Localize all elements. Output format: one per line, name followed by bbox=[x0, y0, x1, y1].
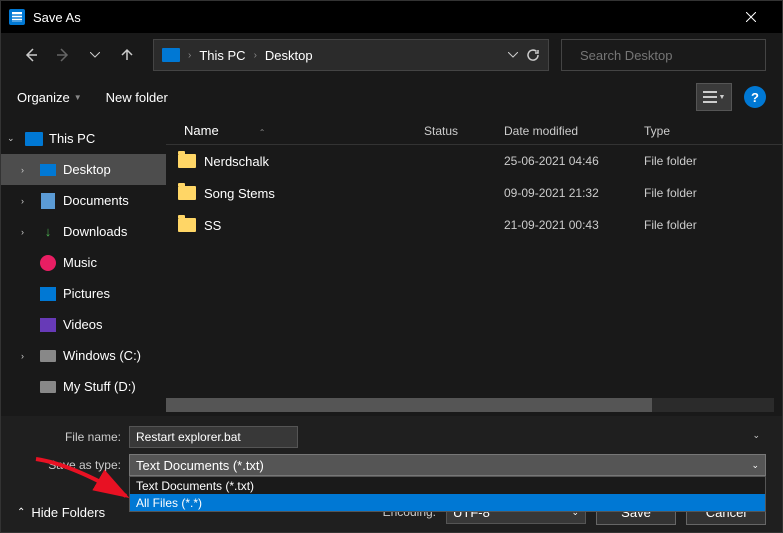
forward-button[interactable] bbox=[49, 41, 77, 69]
sidebar-item-my-stuff-d[interactable]: My Stuff (D:) bbox=[1, 371, 166, 402]
help-button[interactable]: ? bbox=[744, 86, 766, 108]
folder-icon bbox=[178, 218, 196, 232]
sidebar-item-desktop[interactable]: › Desktop bbox=[1, 154, 166, 185]
close-button[interactable] bbox=[728, 1, 774, 33]
save-as-dialog: Save As › This PC › Desktop Organize bbox=[0, 0, 783, 533]
form-panel: File name: ⌄ Save as type: Text Document… bbox=[1, 416, 782, 492]
save-as-type-label: Save as type: bbox=[17, 458, 129, 472]
downloads-icon: ↓ bbox=[45, 224, 52, 239]
chevron-right-icon: › bbox=[21, 196, 33, 206]
chevron-right-icon: › bbox=[254, 50, 257, 61]
sidebar: ⌄ This PC › Desktop › Documents › ↓ Down… bbox=[1, 117, 166, 416]
breadcrumb-root[interactable]: This PC bbox=[199, 48, 245, 63]
back-button[interactable] bbox=[17, 41, 45, 69]
recent-button[interactable] bbox=[81, 41, 109, 69]
pictures-icon bbox=[40, 287, 56, 301]
hide-folders-button[interactable]: ⌃ Hide Folders bbox=[17, 505, 105, 520]
chevron-right-icon: › bbox=[188, 50, 191, 61]
window-title: Save As bbox=[33, 10, 81, 25]
refresh-icon[interactable] bbox=[526, 48, 540, 62]
chevron-right-icon: › bbox=[21, 165, 33, 175]
file-row[interactable]: Nerdschalk 25-06-2021 04:46 File folder bbox=[166, 145, 782, 177]
type-dropdown-panel: Text Documents (*.txt) All Files (*.*) bbox=[129, 476, 766, 512]
organize-button[interactable]: Organize▼ bbox=[17, 90, 82, 105]
chevron-down-icon: ⌄ bbox=[7, 133, 19, 144]
column-status[interactable]: Status bbox=[424, 124, 504, 138]
horizontal-scrollbar[interactable] bbox=[166, 398, 774, 412]
column-headers: Name⌃ Status Date modified Type bbox=[166, 117, 782, 145]
desktop-icon bbox=[40, 164, 56, 176]
chevron-down-icon[interactable]: ⌄ bbox=[752, 430, 760, 441]
column-type[interactable]: Type bbox=[644, 124, 774, 138]
chevron-down-icon[interactable] bbox=[508, 52, 518, 58]
pc-icon bbox=[25, 132, 43, 146]
file-row[interactable]: SS 21-09-2021 00:43 File folder bbox=[166, 209, 782, 241]
sidebar-item-downloads[interactable]: › ↓ Downloads bbox=[1, 216, 166, 247]
chevron-down-icon: ⌄ bbox=[751, 460, 759, 471]
chevron-right-icon: › bbox=[21, 351, 33, 361]
folder-icon bbox=[178, 154, 196, 168]
chevron-down-icon: ▼ bbox=[74, 93, 82, 102]
file-list: Nerdschalk 25-06-2021 04:46 File folder … bbox=[166, 145, 782, 398]
tree-root-this-pc[interactable]: ⌄ This PC bbox=[1, 123, 166, 154]
address-bar[interactable]: › This PC › Desktop bbox=[153, 39, 549, 71]
filename-input[interactable] bbox=[129, 426, 298, 448]
arrow-right-icon bbox=[55, 47, 71, 63]
documents-icon bbox=[41, 193, 55, 209]
titlebar: Save As bbox=[1, 1, 782, 33]
new-folder-button[interactable]: New folder bbox=[106, 90, 168, 105]
toolbar: Organize▼ New folder ▼ ? bbox=[1, 77, 782, 117]
chevron-down-icon bbox=[90, 52, 100, 58]
sidebar-item-documents[interactable]: › Documents bbox=[1, 185, 166, 216]
arrow-up-icon bbox=[120, 48, 134, 62]
breadcrumb-current[interactable]: Desktop bbox=[265, 48, 313, 63]
list-view-icon bbox=[703, 91, 717, 103]
navigation-bar: › This PC › Desktop bbox=[1, 33, 782, 77]
app-icon bbox=[9, 9, 25, 25]
pc-icon bbox=[162, 48, 180, 62]
column-date[interactable]: Date modified bbox=[504, 124, 644, 138]
sidebar-item-videos[interactable]: Videos bbox=[1, 309, 166, 340]
music-icon bbox=[40, 255, 56, 271]
sort-indicator-icon: ⌃ bbox=[259, 128, 266, 137]
type-option-txt[interactable]: Text Documents (*.txt) bbox=[130, 477, 765, 494]
type-option-all-files[interactable]: All Files (*.*) bbox=[130, 494, 765, 511]
sidebar-item-pictures[interactable]: Pictures bbox=[1, 278, 166, 309]
search-input[interactable] bbox=[580, 48, 756, 63]
up-button[interactable] bbox=[113, 41, 141, 69]
column-name[interactable]: Name⌃ bbox=[174, 123, 424, 138]
chevron-down-icon: ▼ bbox=[719, 94, 726, 101]
save-as-type-select[interactable]: Text Documents (*.txt) ⌄ bbox=[129, 454, 766, 476]
drive-icon bbox=[40, 350, 56, 362]
videos-icon bbox=[40, 318, 56, 332]
main-area: ⌄ This PC › Desktop › Documents › ↓ Down… bbox=[1, 117, 782, 416]
chevron-up-icon: ⌃ bbox=[17, 507, 25, 518]
view-options-button[interactable]: ▼ bbox=[696, 83, 732, 111]
scrollbar-thumb[interactable] bbox=[166, 398, 652, 412]
close-icon bbox=[746, 12, 756, 22]
filename-label: File name: bbox=[17, 430, 129, 444]
arrow-left-icon bbox=[23, 47, 39, 63]
file-row[interactable]: Song Stems 09-09-2021 21:32 File folder bbox=[166, 177, 782, 209]
sidebar-item-music[interactable]: Music bbox=[1, 247, 166, 278]
search-box[interactable] bbox=[561, 39, 766, 71]
drive-icon bbox=[40, 381, 56, 393]
file-content-area: Name⌃ Status Date modified Type Nerdscha… bbox=[166, 117, 782, 416]
chevron-right-icon: › bbox=[21, 227, 33, 237]
folder-icon bbox=[178, 186, 196, 200]
sidebar-item-windows-c[interactable]: › Windows (C:) bbox=[1, 340, 166, 371]
